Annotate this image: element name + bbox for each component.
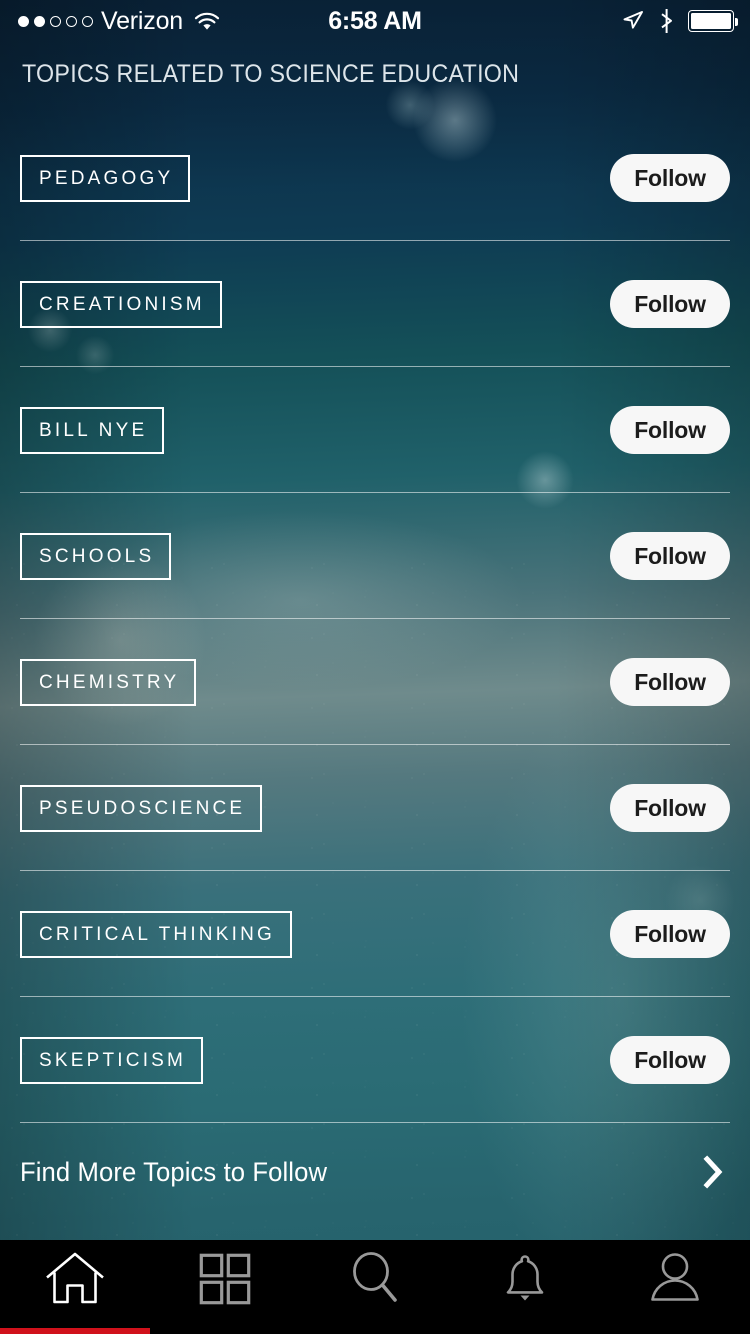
table-row[interactable]: SKEPTICISM Follow — [0, 997, 750, 1123]
table-row[interactable]: CREATIONISM Follow — [0, 241, 750, 367]
tab-home[interactable] — [0, 1240, 150, 1322]
follow-button[interactable]: Follow — [610, 532, 730, 580]
follow-button[interactable]: Follow — [610, 658, 730, 706]
chevron-right-icon[interactable] — [700, 1155, 726, 1189]
tab-grid[interactable] — [150, 1240, 300, 1322]
table-row[interactable]: BILL NYE Follow — [0, 367, 750, 493]
follow-button[interactable]: Follow — [610, 910, 730, 958]
follow-button[interactable]: Follow — [610, 154, 730, 202]
follow-button[interactable]: Follow — [610, 406, 730, 454]
topic-tag[interactable]: SCHOOLS — [20, 532, 172, 580]
follow-button[interactable]: Follow — [610, 1036, 730, 1084]
table-row[interactable]: PEDAGOGY Follow — [0, 115, 750, 241]
topics-list: PEDAGOGY Follow CREATIONISM Follow BILL … — [0, 115, 750, 1123]
topic-tag[interactable]: SKEPTICISM — [20, 1036, 204, 1084]
tab-search[interactable] — [300, 1240, 450, 1322]
topic-tag[interactable]: CRITICAL THINKING — [20, 910, 292, 958]
table-row[interactable]: PSEUDOSCIENCE Follow — [0, 745, 750, 871]
topic-tag[interactable]: PEDAGOGY — [20, 154, 191, 202]
page-title: TOPICS RELATED TO SCIENCE EDUCATION — [22, 60, 520, 88]
topic-tag[interactable]: PSEUDOSCIENCE — [20, 784, 263, 832]
app-screen: Verizon 6:58 AM TOPICS RELATED TO SCIENC… — [0, 0, 750, 1334]
find-more-topics-row[interactable]: Find More Topics to Follow — [0, 1117, 750, 1227]
status-bar-right — [621, 0, 738, 42]
table-row[interactable]: CRITICAL THINKING Follow — [0, 871, 750, 997]
find-more-topics-label: Find More Topics to Follow — [20, 1156, 328, 1187]
tab-notifications[interactable] — [450, 1240, 600, 1322]
follow-button[interactable]: Follow — [610, 280, 730, 328]
bottom-tab-bar — [0, 1240, 750, 1334]
follow-button[interactable]: Follow — [610, 784, 730, 832]
table-row[interactable]: SCHOOLS Follow — [0, 493, 750, 619]
person-icon — [648, 1251, 702, 1312]
status-bar: Verizon 6:58 AM — [0, 0, 750, 42]
bell-icon — [499, 1251, 551, 1312]
table-row[interactable]: CHEMISTRY Follow — [0, 619, 750, 745]
search-icon — [348, 1251, 402, 1312]
tab-bar-indicator — [0, 1328, 150, 1334]
topic-tag[interactable]: CHEMISTRY — [20, 658, 197, 706]
location-arrow-icon — [621, 9, 645, 33]
tab-profile[interactable] — [600, 1240, 750, 1322]
grid-icon — [199, 1253, 251, 1310]
bluetooth-icon — [658, 8, 675, 34]
battery-full-icon — [688, 10, 738, 32]
home-icon — [44, 1250, 106, 1313]
topic-tag[interactable]: CREATIONISM — [20, 280, 222, 328]
topic-tag[interactable]: BILL NYE — [20, 406, 165, 454]
